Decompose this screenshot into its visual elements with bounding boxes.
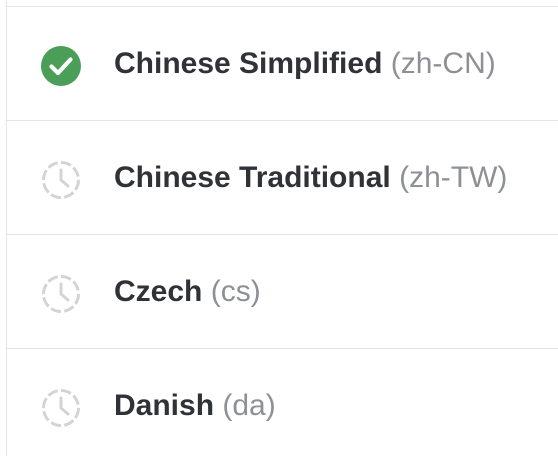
language-name: Danish (114, 389, 215, 422)
check-circle-icon (40, 45, 82, 87)
language-code: (da) (222, 389, 276, 422)
language-code: (cs) (210, 275, 261, 308)
clock-icon (40, 273, 82, 315)
language-label: Danish (da) (114, 386, 276, 426)
language-name: Czech (114, 275, 203, 308)
language-name: Chinese Traditional (114, 161, 391, 194)
language-list: Chinese Simplified (zh-CN) Chinese Tradi… (6, 0, 558, 456)
language-code: (zh-CN) (390, 47, 496, 80)
language-row-da[interactable]: Danish (da) (7, 349, 558, 463)
language-row-cs[interactable]: Czech (cs) (7, 235, 558, 349)
language-label: Chinese Traditional (zh-TW) (114, 158, 507, 198)
language-label: Chinese Simplified (zh-CN) (114, 44, 496, 84)
language-row-zh-tw[interactable]: Chinese Traditional (zh-TW) (7, 121, 558, 235)
language-row-zh-cn[interactable]: Chinese Simplified (zh-CN) (7, 7, 558, 121)
clock-icon (40, 159, 82, 201)
language-name: Chinese Simplified (114, 47, 383, 80)
clock-icon (40, 387, 82, 429)
language-label: Czech (cs) (114, 272, 261, 312)
language-code: (zh-TW) (399, 161, 508, 194)
